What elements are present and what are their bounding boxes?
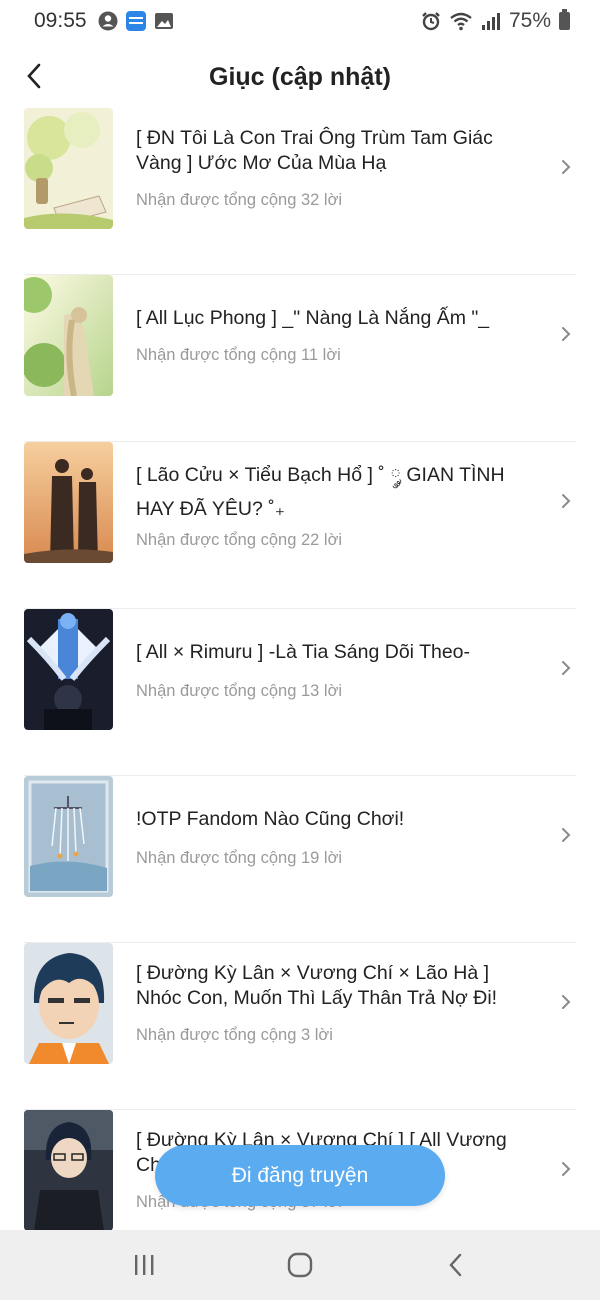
story-cover bbox=[24, 108, 113, 229]
recent-apps-icon bbox=[135, 1255, 154, 1275]
chevron-right-icon bbox=[562, 327, 571, 341]
list-item[interactable]: !OTP Fandom Nào Cũng Chơi! Nhận được tổn… bbox=[0, 776, 600, 943]
app-notification-icon bbox=[126, 11, 146, 31]
story-subtitle: Nhận được tổng cộng 13 lời bbox=[136, 682, 343, 700]
chevron-right-icon bbox=[562, 494, 571, 508]
home-button[interactable] bbox=[280, 1248, 320, 1282]
signal-icon bbox=[481, 13, 500, 30]
story-cover bbox=[24, 609, 113, 730]
status-right: 75% bbox=[421, 9, 570, 33]
story-title: !OTP Fandom Nào Cũng Chơi! bbox=[136, 808, 405, 830]
system-nav-bar bbox=[0, 1230, 600, 1300]
recent-apps-button[interactable] bbox=[124, 1248, 164, 1282]
list-item[interactable]: [ Đường Kỳ Lân × Vương Chí × Lão Hà ] Nh… bbox=[0, 943, 600, 1110]
story-cover bbox=[24, 943, 113, 1064]
battery-icon bbox=[559, 9, 570, 30]
story-cover bbox=[24, 442, 113, 563]
story-cover bbox=[24, 776, 113, 897]
story-subtitle: Nhận được tổng cộng 3 lời bbox=[136, 1026, 333, 1044]
chevron-right-icon bbox=[562, 995, 571, 1009]
account-circle-icon bbox=[98, 11, 118, 31]
home-icon bbox=[287, 1252, 313, 1278]
gallery-icon bbox=[155, 13, 173, 29]
story-title: [ Lão Cửu × Tiểu Bạch Hổ ] ˚ ༘ GIAN TÌNH… bbox=[136, 464, 505, 520]
story-title: [ ĐN Tôi Là Con Trai Ông Trùm Tam Giác V… bbox=[136, 127, 493, 174]
story-subtitle: Nhận được tổng cộng 22 lời bbox=[136, 531, 343, 549]
list-item[interactable]: [ All × Rimuru ] -Là Tia Sáng Dõi Theo- … bbox=[0, 609, 600, 776]
story-cover bbox=[24, 275, 113, 396]
story-list: [ ĐN Tôi Là Con Trai Ông Trùm Tam Giác V… bbox=[0, 108, 600, 1230]
story-title: [ Đường Kỳ Lân × Vương Chí × Lão Hà ] Nh… bbox=[136, 962, 498, 1009]
chevron-right-icon bbox=[562, 661, 571, 675]
wifi-icon bbox=[450, 12, 472, 31]
list-item[interactable]: [ ĐN Tôi Là Con Trai Ông Trùm Tam Giác V… bbox=[0, 108, 600, 275]
post-story-button[interactable]: Đi đăng truyện bbox=[155, 1145, 445, 1206]
status-time: 09:55 bbox=[34, 9, 87, 32]
story-cover bbox=[24, 1110, 113, 1230]
list-item[interactable]: [ All Lục Phong ] _" Nàng Là Nắng Ấm "_ … bbox=[0, 275, 600, 442]
status-left-icons bbox=[98, 11, 174, 31]
page-title: Giục (cập nhật) bbox=[209, 63, 391, 91]
status-bar: 09:55 75% bbox=[0, 0, 600, 46]
battery-percent: 75% bbox=[508, 9, 551, 32]
story-subtitle: Nhận được tổng cộng 32 lời bbox=[136, 191, 343, 209]
chevron-right-icon bbox=[562, 1162, 571, 1176]
chevron-right-icon bbox=[562, 828, 571, 842]
chevron-right-icon bbox=[562, 160, 571, 174]
story-subtitle: Nhận được tổng cộng 11 lời bbox=[136, 346, 341, 364]
back-nav-button[interactable] bbox=[436, 1248, 476, 1282]
story-subtitle: Nhận được tổng cộng 19 lời bbox=[136, 849, 343, 867]
header: Giục (cập nhật) bbox=[0, 46, 600, 108]
alarm-icon bbox=[422, 12, 440, 31]
back-nav-icon bbox=[449, 1253, 462, 1277]
story-title: [ All Lục Phong ] _" Nàng Là Nắng Ấm "_ bbox=[136, 307, 490, 329]
list-item[interactable]: [ Lão Cửu × Tiểu Bạch Hổ ] ˚ ༘ GIAN TÌNH… bbox=[0, 442, 600, 609]
story-title: [ All × Rimuru ] -Là Tia Sáng Dõi Theo- bbox=[136, 641, 471, 663]
